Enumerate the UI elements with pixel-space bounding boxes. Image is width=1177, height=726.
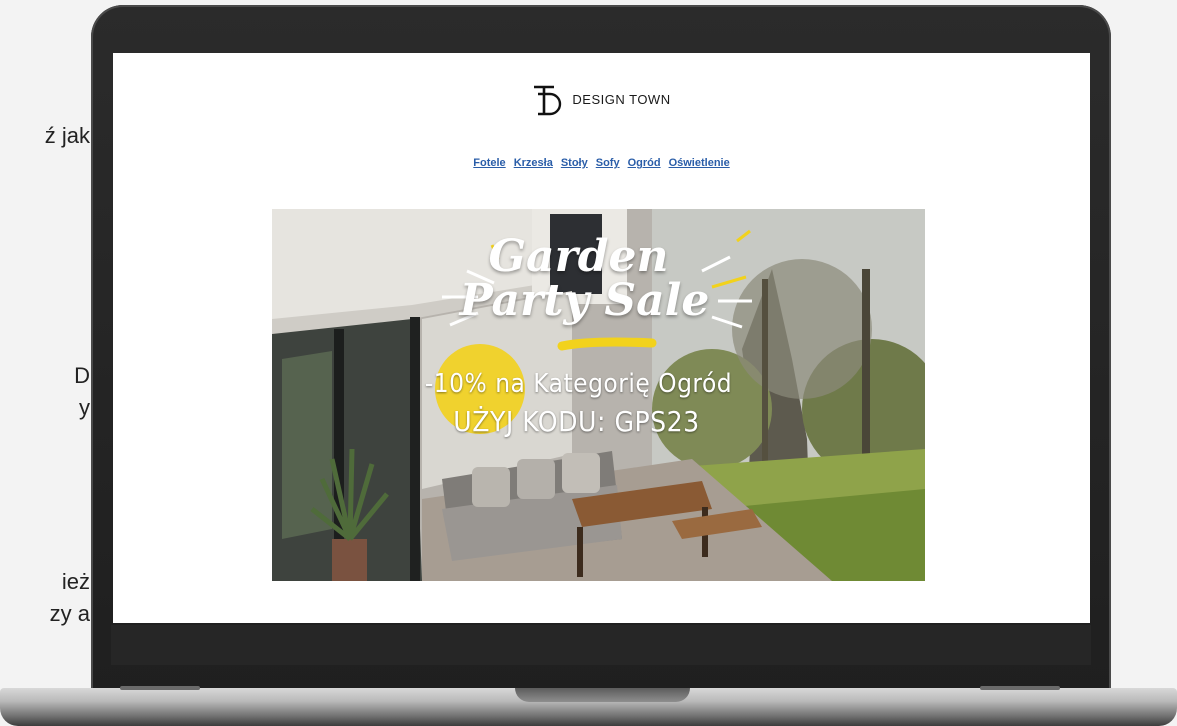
hero-promo-code: UŻYJ KODU: GPS23 bbox=[453, 405, 700, 438]
nav-link-stoly[interactable]: Stoły bbox=[561, 157, 588, 169]
left-text-fragment: D bbox=[74, 363, 90, 388]
category-nav: Fotele Krzesła Stoły Sofy Ogród Oświetle… bbox=[113, 157, 1090, 169]
laptop-notch bbox=[515, 688, 690, 702]
laptop-hinge-left bbox=[120, 686, 200, 690]
nav-link-sofy[interactable]: Sofy bbox=[596, 157, 620, 169]
left-text-fragment: ź jak bbox=[44, 123, 90, 148]
brand-header[interactable]: DESIGN TOWN bbox=[113, 81, 1090, 117]
left-text-fragment: y bbox=[79, 395, 90, 420]
nav-link-fotele[interactable]: Fotele bbox=[473, 157, 505, 169]
design-town-logo-icon bbox=[534, 85, 562, 116]
nav-link-krzesla[interactable]: Krzesła bbox=[514, 157, 553, 169]
hero-banner[interactable]: Garden Party Sale -10% na Kategorię Ogró… bbox=[272, 209, 925, 581]
laptop-screen: DESIGN TOWN Fotele Krzesła Stoły Sofy Og… bbox=[113, 53, 1090, 623]
nav-link-ogrod[interactable]: Ogród bbox=[628, 157, 661, 169]
hero-promo-discount: -10% na Kategorię Ogród bbox=[424, 369, 733, 399]
brand-name: DESIGN TOWN bbox=[572, 91, 671, 107]
left-text-fragment: ież bbox=[61, 569, 90, 594]
nav-link-oswietlenie[interactable]: Oświetlenie bbox=[669, 157, 730, 169]
laptop-hinge-right bbox=[980, 686, 1060, 690]
left-text-fragment: zy a bbox=[49, 601, 90, 626]
hero-title-line1: Garden bbox=[488, 231, 669, 282]
laptop-bezel-bottom bbox=[111, 625, 1091, 665]
hero-title-line2: Party Sale bbox=[459, 275, 710, 326]
